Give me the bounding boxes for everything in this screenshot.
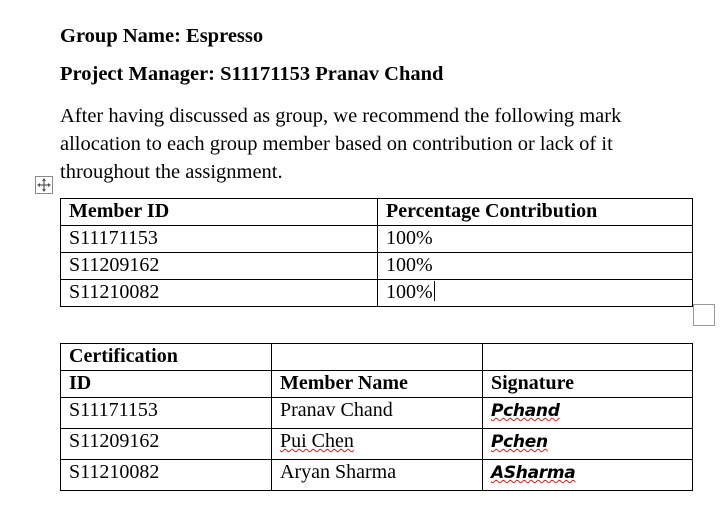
- signature-text: Pchand: [491, 401, 560, 421]
- header-empty-cell[interactable]: [271, 343, 483, 371]
- header-empty-cell[interactable]: [482, 343, 693, 371]
- table-row: S11171153 100%: [60, 225, 693, 253]
- signature-cell[interactable]: Pchand: [482, 397, 693, 429]
- member-id-cell[interactable]: S11171153: [60, 225, 378, 253]
- project-manager-line: Project Manager: S11171153 Pranav Chand: [60, 63, 444, 85]
- member-name-cell[interactable]: Pranav Chand: [271, 397, 483, 429]
- member-name-text: Pui Chen: [280, 430, 354, 452]
- table-row: S11210082 Aryan Sharma ASharma: [60, 459, 693, 491]
- percentage-cell-active[interactable]: 100%: [377, 279, 693, 307]
- header-signature[interactable]: Signature: [482, 370, 693, 398]
- certification-table[interactable]: Certification ID Member Name Signature S…: [60, 343, 693, 491]
- group-name-line: Group Name: Espresso: [60, 25, 264, 47]
- member-id-cell[interactable]: S11210082: [60, 279, 378, 307]
- table-row: S11171153 Pranav Chand Pchand: [60, 397, 693, 429]
- table-row: S11209162 100%: [60, 252, 693, 280]
- signature-cell[interactable]: ASharma: [482, 459, 693, 491]
- percentage-cell[interactable]: 100%: [377, 252, 693, 280]
- text-cursor: [433, 281, 435, 301]
- header-percentage[interactable]: Percentage Contribution: [377, 198, 693, 226]
- header-id[interactable]: ID: [60, 370, 272, 398]
- header-certification[interactable]: Certification: [60, 343, 272, 371]
- header-member-id[interactable]: Member ID: [60, 198, 378, 226]
- signature-text: ASharma: [491, 463, 576, 483]
- percentage-cell[interactable]: 100%: [377, 225, 693, 253]
- table-header-row: Certification: [60, 343, 693, 371]
- contribution-table[interactable]: Member ID Percentage Contribution S11171…: [60, 198, 693, 307]
- move-arrows-icon[interactable]: [35, 176, 53, 194]
- cert-id-cell[interactable]: S11209162: [60, 428, 272, 460]
- member-name-cell[interactable]: Aryan Sharma: [271, 459, 483, 491]
- signature-cell[interactable]: Pchen: [482, 428, 693, 460]
- intro-paragraph: After having discussed as group, we reco…: [60, 105, 622, 183]
- table-row: S11209162 Pui Chen Pchen: [60, 428, 693, 460]
- signature-text: Pchen: [491, 432, 548, 452]
- resize-square-icon[interactable]: [693, 304, 715, 326]
- member-name-cell[interactable]: Pui Chen: [271, 428, 483, 460]
- member-id-cell[interactable]: S11209162: [60, 252, 378, 280]
- table-header-row: Member ID Percentage Contribution: [60, 198, 693, 226]
- table-header-row: ID Member Name Signature: [60, 370, 693, 398]
- header-member-name[interactable]: Member Name: [271, 370, 483, 398]
- percentage-value: 100%: [386, 281, 433, 303]
- cert-id-cell[interactable]: S11210082: [60, 459, 272, 491]
- table-row: S11210082 100%: [60, 279, 693, 307]
- cert-id-cell[interactable]: S11171153: [60, 397, 272, 429]
